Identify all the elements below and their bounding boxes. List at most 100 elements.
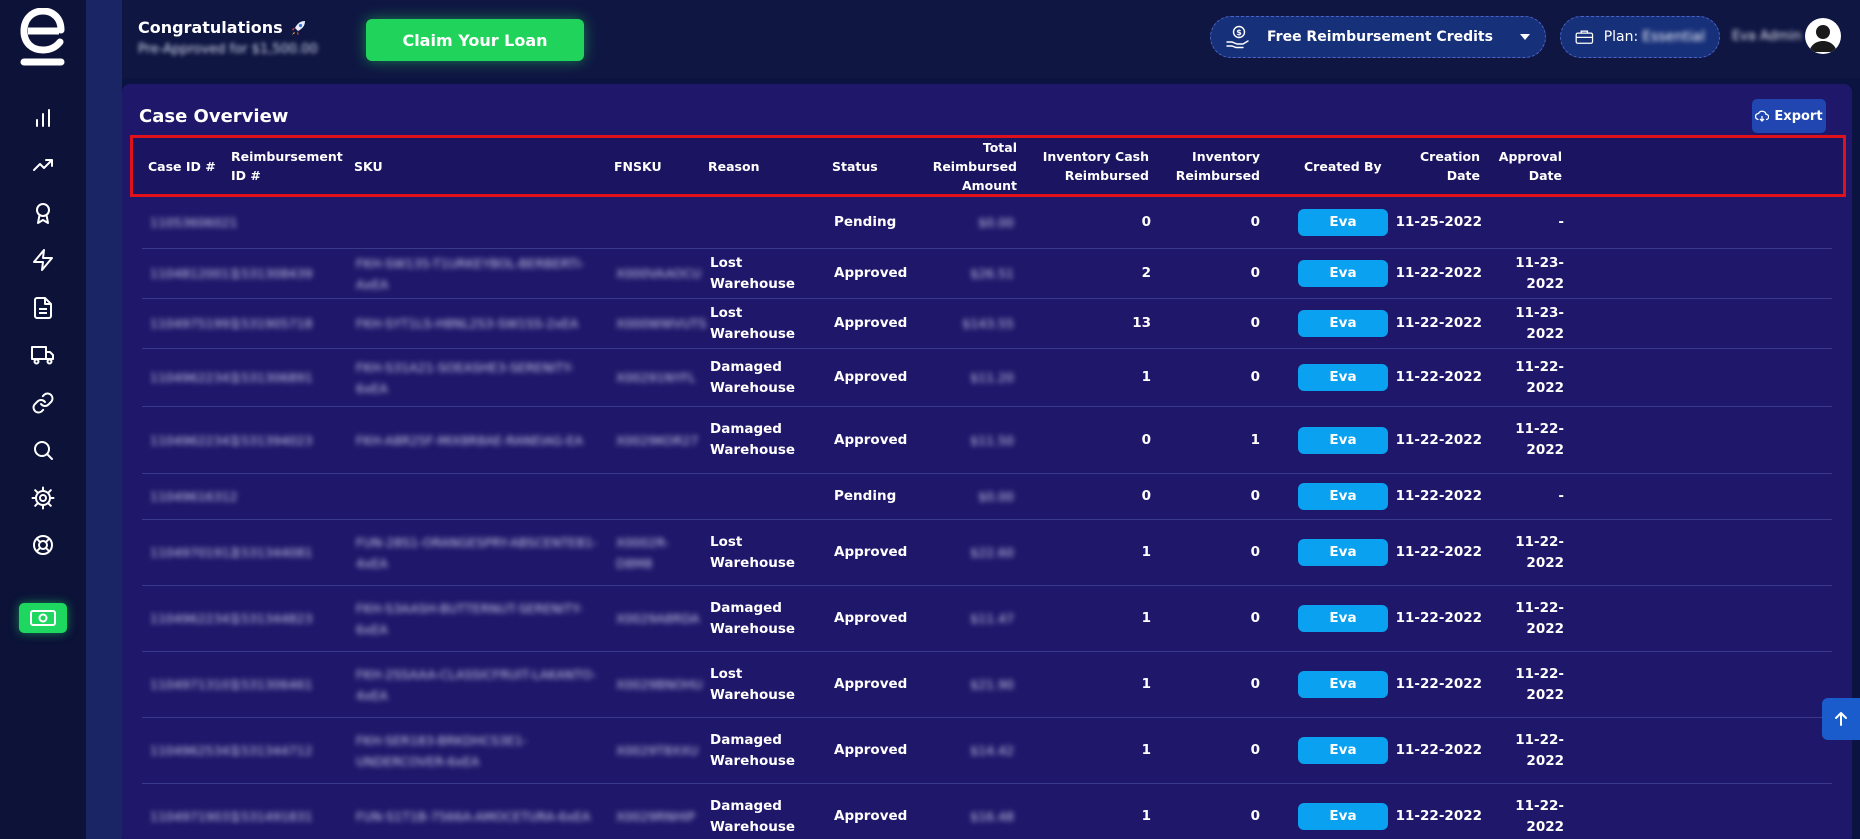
created-by-badge[interactable]: Eva [1298, 426, 1388, 454]
created-by-badge[interactable]: Eva [1298, 209, 1388, 236]
money-icon [30, 610, 56, 626]
col-status[interactable]: Status [832, 138, 912, 194]
created-by-badge[interactable]: Eva [1298, 364, 1388, 391]
reason-cell: Lost Warehouse [710, 520, 820, 585]
user-name[interactable]: Eva Admin [1732, 29, 1801, 44]
reimbursement-id-cell: 1531344823 [233, 586, 333, 651]
sku-cell [356, 474, 606, 519]
fnsku-cell [616, 474, 701, 519]
table-row[interactable]: 11049701912 1531344081 FUN-28S1-ORANGESPRY… [142, 520, 1832, 586]
created-by-badge[interactable]: Eva [1298, 260, 1388, 287]
creation-date-cell-text: 11-22-2022 [1395, 676, 1482, 692]
sidebar-item-automation[interactable] [20, 237, 66, 285]
inventory-reimbursed-cell: 0 [1182, 520, 1260, 585]
case-id-cell-text: 11048120011 [150, 266, 238, 281]
sidebar-item-awards[interactable] [20, 189, 66, 237]
sidebar-item-analytics[interactable] [20, 94, 66, 142]
col-fnsku[interactable]: FNSKU [614, 138, 694, 194]
fnsku-cell [616, 197, 701, 248]
sidebar-item-trends[interactable] [20, 142, 66, 190]
creation-date-cell: 11-22-2022 [1390, 652, 1482, 717]
avatar[interactable] [1805, 18, 1841, 54]
table-row[interactable]: 11049622341 1531344823 FKH-S3AASH-BUTTERNU… [142, 586, 1832, 652]
table-row[interactable]: 11049751991 1531905718 FKH-SYT1LS-H8NL2S3-… [142, 299, 1832, 349]
user-icon [1809, 25, 1837, 52]
sidebar-item-links[interactable] [20, 379, 66, 427]
table-row[interactable]: 11049622341 1531394023 FKH-A8R25F-MIX8R8AE… [142, 407, 1832, 474]
created-by-badge[interactable]: Eva [1298, 803, 1388, 830]
reason-cell-text: Damaged Warehouse [710, 797, 796, 835]
inventory-cash-cell: 1 [1056, 784, 1151, 839]
status-cell: Approved [834, 520, 924, 585]
reimbursement-id-cell-text: 1531308439 [233, 266, 313, 281]
table-row[interactable]: 11049622341 1531306891 FKH-S31A21-SOEASHE3… [142, 349, 1832, 407]
col-creation-date[interactable]: Creation Date [1410, 138, 1480, 194]
created-by-badge[interactable]: Eva [1298, 671, 1388, 698]
lifebuoy-icon [33, 535, 53, 556]
fnsku-cell-text: X0029RNHIP [616, 809, 696, 824]
reason-cell: Damaged Warehouse [710, 784, 820, 839]
status-cell-text: Approved [834, 544, 908, 560]
inventory-cash-cell: 0 [1056, 474, 1151, 519]
sidebar-item-documents[interactable] [20, 284, 66, 332]
case-id-cell-text: 11049751991 [150, 316, 238, 331]
export-button[interactable]: Export [1752, 99, 1826, 133]
inventory-reimbursed-cell: 0 [1182, 197, 1260, 248]
table-row[interactable]: 11049616312 Pending $0.00 0 0 Eva 11-22-2022 - [142, 474, 1832, 520]
table-row[interactable]: 11053606021 Pending $0.00 0 0 Eva 11-25-2022 - [142, 197, 1832, 249]
export-label: Export [1774, 108, 1823, 124]
table-row[interactable]: 11049713101 1531306461 FKH-2SSAAA-CLASSICF… [142, 652, 1832, 718]
table-row[interactable]: 11049625341 1531344712 FKH-SER183-BRKDHCS3… [142, 718, 1832, 784]
amount-cell-text: $11.47 [970, 611, 1014, 626]
table-header: Case ID # Reimbursement ID # SKU FNSKU R… [130, 135, 1846, 197]
claim-loan-button[interactable]: Claim Your Loan [366, 19, 584, 61]
scroll-to-top-button[interactable] [1822, 698, 1860, 740]
reason-cell-text: Damaged Warehouse [710, 358, 796, 396]
sku-cell-text: FUN-28S1-ORANGESPRY-ABSCENTEB1-4xEA [356, 534, 598, 571]
inventory-cash-cell-text: 1 [1141, 369, 1151, 385]
col-reimbursement-id[interactable]: Reimbursement ID # [231, 138, 351, 194]
fnsku-cell: X0029A8RDA [616, 586, 701, 651]
col-inventory-cash[interactable]: Inventory Cash Reimbursed [1039, 138, 1149, 194]
col-approval-date[interactable]: Approval Date [1499, 138, 1562, 194]
inventory-reimbursed-cell-text: 0 [1250, 488, 1260, 504]
created-by-badge[interactable]: Eva [1298, 605, 1388, 632]
reimbursement-id-cell: 1531394023 [233, 407, 333, 473]
fnsku-cell: X0029T8XXU [616, 718, 701, 783]
reimbursement-id-cell-text: 1531306891 [233, 370, 313, 385]
table-row[interactable]: 11049719031 1531491831 FUN-S1T1B-7566A-AMO… [142, 784, 1832, 839]
status-cell-text: Approved [834, 265, 908, 281]
col-inventory-reimbursed[interactable]: Inventory Reimbursed [1170, 138, 1260, 194]
inventory-reimbursed-cell-text: 0 [1250, 742, 1260, 758]
col-total-amount[interactable]: Total Reimbursed Amount [907, 138, 1017, 194]
col-reason[interactable]: Reason [708, 138, 788, 194]
reimbursement-id-cell-text: 1531344712 [233, 743, 313, 758]
plan-badge[interactable]: Plan: Essential [1560, 16, 1720, 58]
approval-date-cell: - [1488, 474, 1564, 519]
creation-date-cell: 11-22-2022 [1390, 718, 1482, 783]
status-cell-text: Pending [834, 488, 897, 504]
cash-button[interactable] [19, 603, 67, 633]
case-id-cell: 11049622341 [150, 349, 237, 406]
col-sku[interactable]: SKU [354, 138, 554, 194]
created-by-badge[interactable]: Eva [1298, 539, 1388, 566]
free-credits-dropdown[interactable]: $ Free Reimbursement Credits [1210, 16, 1546, 58]
case-id-cell: 11049713101 [150, 652, 237, 717]
col-created-by[interactable]: Created By [1304, 138, 1394, 194]
created-by-badge[interactable]: Eva [1298, 483, 1388, 510]
sidebar-item-shipments[interactable] [20, 332, 66, 380]
approval-date-cell-text: - [1558, 214, 1564, 230]
reimbursement-id-cell: 1531344081 [233, 520, 333, 585]
sidebar-item-settings[interactable] [20, 474, 66, 522]
created-by-badge[interactable]: Eva [1298, 310, 1388, 337]
sidebar-item-search[interactable] [20, 427, 66, 475]
created-by-badge[interactable]: Eva [1298, 737, 1388, 764]
amount-cell: $11.20 [924, 349, 1014, 406]
rocket-icon [291, 20, 305, 35]
col-case-id[interactable]: Case ID # [148, 138, 228, 194]
sidebar-item-support[interactable] [20, 522, 66, 570]
sku-cell-text: FUN-S1T1B-7566A-AMOCETURA-6xEA [356, 809, 591, 824]
app-logo[interactable] [15, 6, 71, 70]
table-row[interactable]: 11048120011 1531308439 FKH-SW135-T1URKEYBO… [142, 249, 1832, 299]
sku-cell: FUN-S1T1B-7566A-AMOCETURA-6xEA [356, 784, 606, 839]
